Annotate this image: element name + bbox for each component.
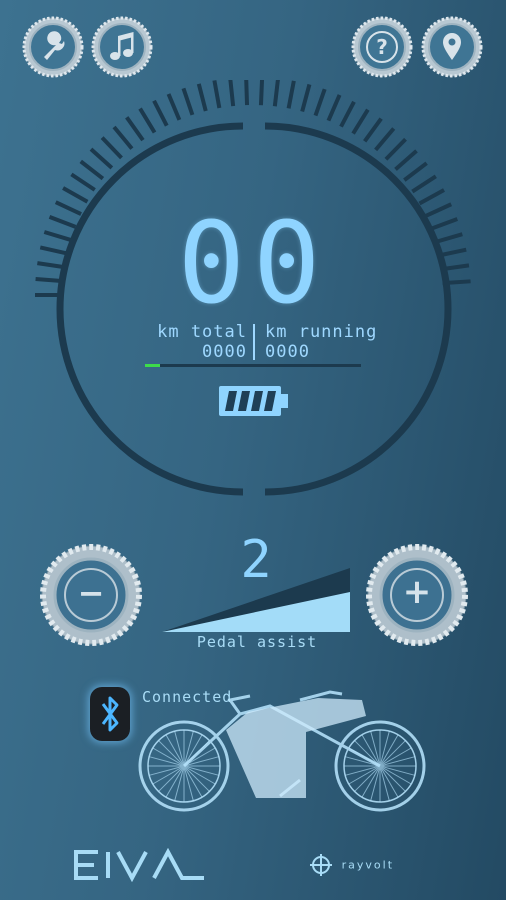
assist-level-wedge — [162, 568, 350, 632]
speed-tick — [62, 186, 89, 204]
speed-tick — [212, 80, 222, 109]
music-button[interactable] — [91, 16, 153, 78]
speed-tick — [138, 107, 157, 134]
speed-tick — [244, 80, 250, 106]
help-button[interactable]: ? — [351, 16, 413, 78]
location-button[interactable] — [421, 16, 483, 78]
speed-tick — [313, 88, 327, 117]
speed-tick — [351, 108, 370, 135]
pedal-assist-label: Pedal assist — [196, 633, 318, 651]
speed-tick — [79, 159, 105, 181]
speed-tick — [403, 161, 428, 182]
speed-tick — [152, 99, 169, 127]
speed-tick — [339, 100, 356, 128]
speed-tick — [363, 117, 383, 143]
speed-tick — [125, 116, 145, 142]
speed-tick — [300, 83, 312, 112]
km-total-label: km total — [157, 322, 247, 342]
speed-tick — [196, 83, 208, 112]
speed-tick — [418, 188, 445, 206]
plus-icon: + — [402, 572, 432, 612]
speed-tick — [272, 80, 280, 107]
eiva-logo — [72, 847, 208, 883]
settings-button[interactable] — [22, 16, 84, 78]
speed-tick — [54, 200, 82, 216]
speed-tick — [286, 80, 296, 109]
speed-tick — [70, 172, 96, 192]
km-divider — [253, 324, 255, 360]
bike-illustration — [138, 690, 426, 812]
increase-assist-button[interactable]: + — [366, 544, 468, 646]
decrease-assist-button[interactable]: − — [40, 544, 142, 646]
trip-progress-fill — [145, 364, 161, 367]
speed-readout: 00 — [0, 208, 506, 320]
speed-tick — [228, 80, 236, 107]
speed-tick — [89, 147, 114, 170]
speed-tick — [112, 125, 134, 150]
battery-icon — [217, 384, 291, 418]
speed-value: 00 — [177, 199, 329, 329]
km-running-value: 0000 — [265, 342, 310, 362]
speed-tick — [181, 87, 195, 116]
speed-tick — [326, 94, 342, 122]
speed-tick — [411, 174, 437, 194]
speed-tick — [394, 149, 418, 171]
rayvolt-logo-text: rayvolt — [341, 858, 395, 872]
speed-tick — [374, 127, 396, 152]
minus-icon: − — [77, 574, 105, 612]
bluetooth-icon[interactable] — [90, 687, 130, 741]
speed-tick — [258, 80, 265, 106]
km-running-label: km running — [265, 322, 378, 342]
svg-text:?: ? — [376, 35, 388, 59]
speed-tick — [384, 137, 407, 161]
gear-ring — [22, 16, 84, 78]
speed-tick — [166, 93, 182, 121]
km-total-value: 0000 — [202, 342, 247, 362]
rayvolt-logo: rayvolt — [310, 854, 394, 876]
speed-tick — [100, 136, 123, 160]
trip-progress-track — [145, 364, 361, 367]
